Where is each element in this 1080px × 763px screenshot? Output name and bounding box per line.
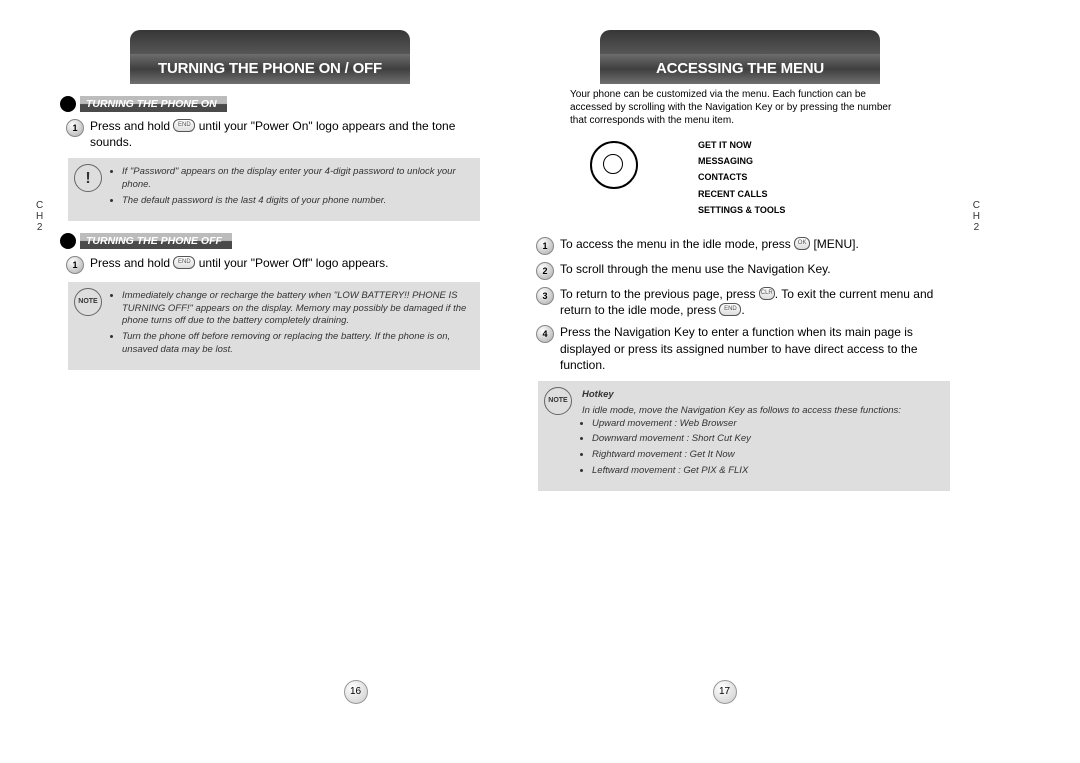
page-number-right: 17	[713, 680, 737, 704]
menu-diagram: GET IT NOW MESSAGING CONTACTS RECENT CAL…	[590, 137, 950, 218]
step-menu-2: 2 To scroll through the menu use the Nav…	[536, 261, 950, 280]
note-icon: NOTE	[544, 387, 572, 415]
end-key-icon: END	[173, 256, 195, 269]
ok-key-icon: OK	[794, 237, 810, 250]
step-number-icon: 4	[536, 325, 554, 343]
hotkey-title: Hotkey	[582, 389, 940, 402]
step-number-icon: 2	[536, 262, 554, 280]
dpad-icon	[590, 141, 638, 189]
note-hotkey: NOTE Hotkey In idle mode, move the Navig…	[538, 381, 950, 491]
section-on-title: TURNING THE PHONE ON	[80, 96, 227, 112]
step-on-1: 1 Press and hold END until your "Power O…	[66, 118, 480, 150]
section-off-head: TURNING THE PHONE OFF	[60, 233, 480, 249]
section-off-title: TURNING THE PHONE OFF	[80, 233, 232, 249]
step-number-icon: 1	[536, 237, 554, 255]
right-banner-title: ACCESSING THE MENU	[600, 54, 880, 84]
clr-key-icon: CLR	[759, 287, 775, 300]
menu-item: CONTACTS	[698, 169, 785, 185]
menu-item: MESSAGING	[698, 153, 785, 169]
menu-item: RECENT CALLS	[698, 186, 785, 202]
page-numbers: 16 17	[0, 680, 1080, 704]
intro-text: Your phone can be customized via the men…	[570, 88, 900, 127]
bullet-icon	[60, 96, 76, 112]
step-menu-1: 1 To access the menu in the idle mode, p…	[536, 236, 950, 255]
end-key-icon: END	[173, 119, 195, 132]
section-on-head: TURNING THE PHONE ON	[60, 96, 480, 112]
right-page: ACCESSING THE MENU C H 2 Your phone can …	[530, 30, 950, 499]
note-icon: NOTE	[74, 288, 102, 316]
end-key-icon: END	[719, 303, 741, 316]
right-chapter-tab: C H 2	[973, 200, 980, 233]
note-battery: NOTE Immediately change or recharge the …	[68, 282, 480, 370]
left-page: TURNING THE PHONE ON / OFF C H 2 TURNING…	[60, 30, 480, 499]
step-menu-4: 4 Press the Navigation Key to enter a fu…	[536, 324, 950, 373]
step-number-icon: 1	[66, 119, 84, 137]
step-number-icon: 1	[66, 256, 84, 274]
right-banner: ACCESSING THE MENU	[600, 30, 880, 84]
step-off-1: 1 Press and hold END until your "Power O…	[66, 255, 480, 274]
step-menu-3: 3 To return to the previous page, press …	[536, 286, 950, 318]
bullet-icon	[60, 233, 76, 249]
left-chapter-tab: C H 2	[36, 200, 43, 233]
left-banner-title: TURNING THE PHONE ON / OFF	[130, 54, 410, 84]
menu-list: GET IT NOW MESSAGING CONTACTS RECENT CAL…	[698, 137, 785, 218]
step-number-icon: 3	[536, 287, 554, 305]
menu-item: GET IT NOW	[698, 137, 785, 153]
note-password: ! If "Password" appears on the display e…	[68, 158, 480, 220]
left-banner: TURNING THE PHONE ON / OFF	[130, 30, 410, 84]
alert-icon: !	[74, 164, 102, 192]
page-number-left: 16	[344, 680, 368, 704]
menu-item: SETTINGS & TOOLS	[698, 202, 785, 218]
